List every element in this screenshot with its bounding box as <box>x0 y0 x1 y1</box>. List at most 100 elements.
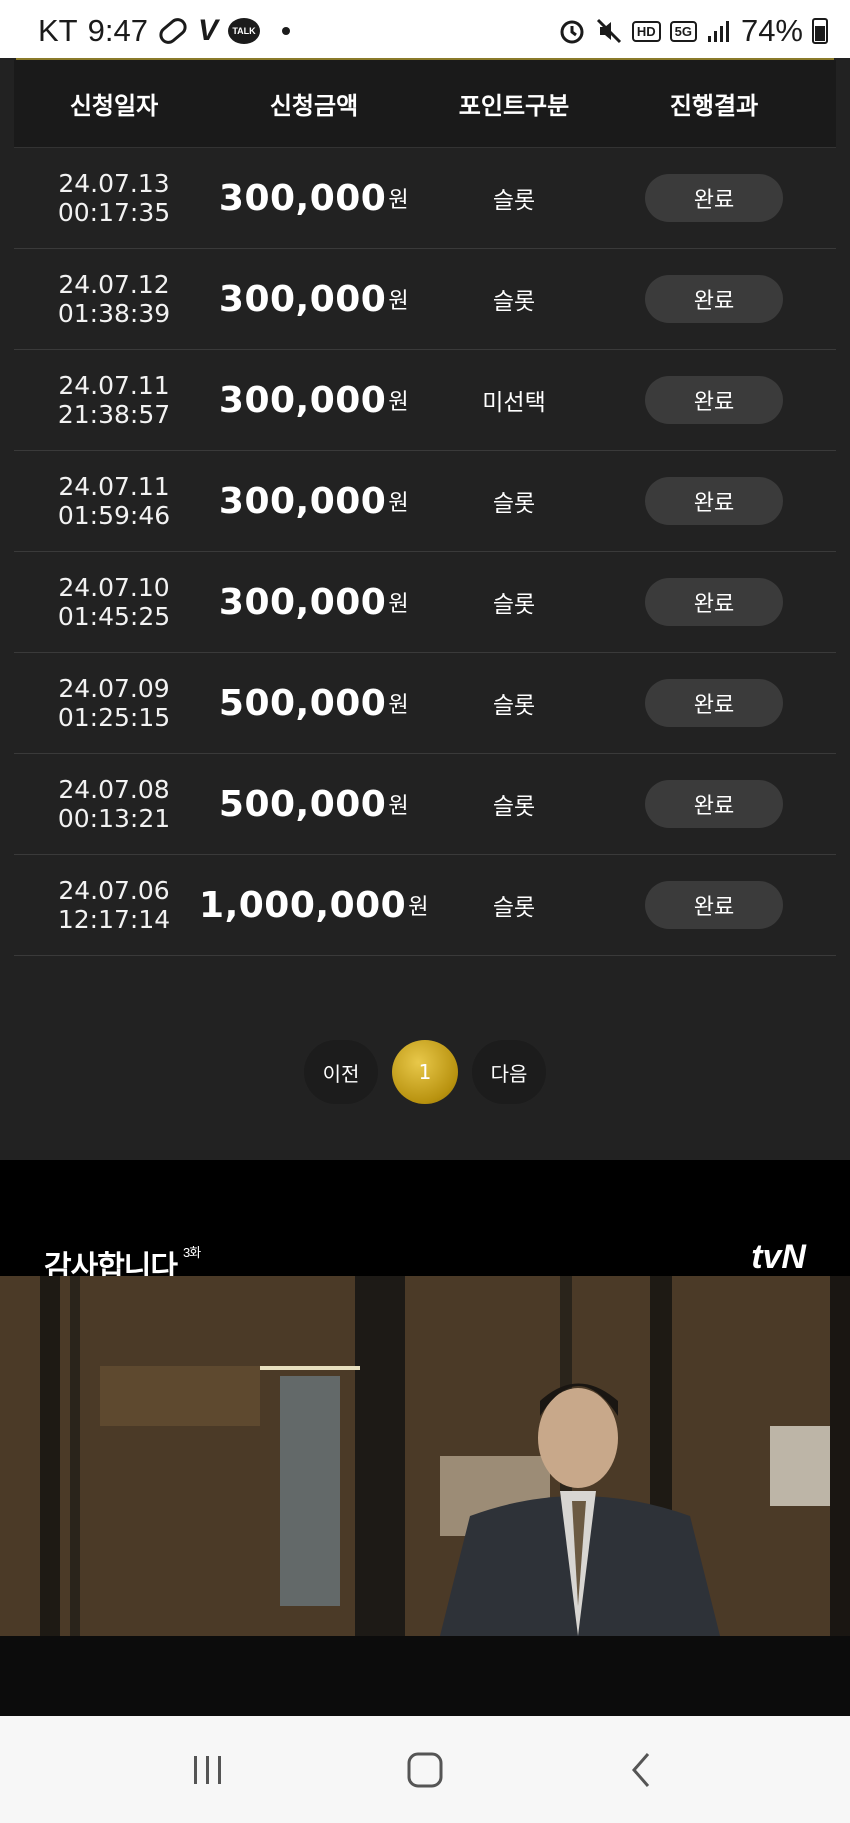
request-amount: 1,000,000 원 <box>199 885 428 926</box>
carrier-label: KT <box>38 13 78 48</box>
battery-icon <box>812 18 828 44</box>
header-request-date: 신청일자 <box>69 92 159 120</box>
amount-unit: 원 <box>388 390 410 415</box>
point-type: 슬롯 <box>492 693 536 719</box>
request-datetime: 24.07.06 12:17:14 <box>14 876 214 934</box>
video-frame <box>0 1276 850 1636</box>
table-header: 신청일자 신청금액 포인트구분 진행결과 <box>14 60 836 148</box>
request-date: 24.07.09 <box>58 674 170 703</box>
pagination: 이전 1 다음 <box>0 1040 850 1104</box>
recent-apps-button[interactable] <box>168 1740 248 1800</box>
prev-page-button[interactable]: 이전 <box>304 1040 378 1104</box>
request-amount: 300,000 원 <box>214 582 414 623</box>
point-type: 슬롯 <box>492 491 536 517</box>
table-row: 24.07.06 12:17:14 1,000,000 원 슬롯 완료 <box>14 855 836 956</box>
office-scene-image <box>0 1276 850 1636</box>
request-amount: 300,000 원 <box>214 178 414 219</box>
table-row: 24.07.11 01:59:46 300,000 원 슬롯 완료 <box>14 451 836 552</box>
back-button[interactable] <box>602 1740 682 1800</box>
request-date: 24.07.08 <box>58 775 170 804</box>
table-row: 24.07.08 00:13:21 500,000 원 슬롯 완료 <box>14 754 836 855</box>
status-bar: KT 9:47 V TALK HD 5G 74% <box>0 0 850 62</box>
request-datetime: 24.07.13 00:17:35 <box>14 169 214 227</box>
status-badge: 완료 <box>645 881 783 929</box>
amount-unit: 원 <box>388 794 410 819</box>
header-progress-result: 진행결과 <box>669 92 759 120</box>
home-icon <box>407 1752 443 1787</box>
request-amount: 300,000 원 <box>214 481 414 522</box>
request-datetime: 24.07.11 01:59:46 <box>14 472 214 530</box>
amount-value: 300,000 <box>218 278 387 320</box>
status-cell: 완료 <box>614 477 814 525</box>
status-badge: 완료 <box>645 174 783 222</box>
status-badge: 완료 <box>645 679 783 727</box>
status-badge: 완료 <box>645 275 783 323</box>
status-badge: 완료 <box>645 780 783 828</box>
status-badge: 완료 <box>645 477 783 525</box>
point-type: 슬롯 <box>492 794 536 820</box>
v-app-icon: V <box>197 14 218 47</box>
clock: 9:47 <box>87 13 148 48</box>
point-type: 슬롯 <box>492 895 536 921</box>
status-cell: 완료 <box>614 174 814 222</box>
status-cell: 완료 <box>614 275 814 323</box>
request-time: 21:38:57 <box>57 400 171 429</box>
request-time: 01:38:39 <box>57 299 171 328</box>
status-badge: 완료 <box>645 376 783 424</box>
request-date: 24.07.12 <box>58 270 170 299</box>
request-datetime: 24.07.10 01:45:25 <box>14 573 214 631</box>
request-date: 24.07.11 <box>58 472 170 501</box>
request-time: 01:59:46 <box>57 501 171 530</box>
request-datetime: 24.07.12 01:38:39 <box>14 270 214 328</box>
system-navigation-bar <box>0 1716 850 1823</box>
kakaotalk-icon: TALK <box>227 18 260 44</box>
request-datetime: 24.07.09 01:25:15 <box>14 674 214 732</box>
amount-unit: 원 <box>388 289 410 314</box>
request-time: 00:17:35 <box>57 198 171 227</box>
network-5g-icon: 5G <box>669 20 697 42</box>
home-button[interactable] <box>385 1740 465 1800</box>
amount-unit: 원 <box>388 592 410 617</box>
request-amount: 500,000 원 <box>214 683 414 724</box>
request-amount: 500,000 원 <box>214 784 414 825</box>
video-player[interactable]: 감사합니다 3화 tvN <box>0 1160 850 1720</box>
amount-value: 300,000 <box>218 177 387 219</box>
amount-value: 300,000 <box>218 480 387 522</box>
status-cell: 완료 <box>614 881 814 929</box>
request-time: 12:17:14 <box>57 905 171 934</box>
episode-label: 3화 <box>183 1245 201 1260</box>
header-request-amount: 신청금액 <box>269 92 359 120</box>
status-cell: 완료 <box>614 578 814 626</box>
more-notifications-dot-icon <box>281 27 290 35</box>
request-time: 01:25:15 <box>57 703 171 732</box>
request-amount: 300,000 원 <box>214 380 414 421</box>
amount-unit: 원 <box>388 491 410 516</box>
request-time: 01:45:25 <box>57 602 171 631</box>
status-cell: 완료 <box>614 376 814 424</box>
hd-badge-icon: HD <box>631 20 661 42</box>
amount-value: 300,000 <box>218 379 387 421</box>
status-cell: 완료 <box>614 780 814 828</box>
channel-logo: tvN <box>751 1238 806 1276</box>
withdrawal-history-panel: 신청일자 신청금액 포인트구분 진행결과 24.07.13 00:17:35 3… <box>0 58 850 1160</box>
amount-value: 500,000 <box>218 783 387 825</box>
request-date: 24.07.06 <box>58 876 170 905</box>
amount-unit: 원 <box>388 693 410 718</box>
table-row: 24.07.10 01:45:25 300,000 원 슬롯 완료 <box>14 552 836 653</box>
next-page-button[interactable]: 다음 <box>472 1040 546 1104</box>
table-row: 24.07.12 01:38:39 300,000 원 슬롯 완료 <box>14 249 836 350</box>
battery-percent: 74% <box>740 13 803 48</box>
video-letterbox-bottom <box>0 1636 850 1720</box>
current-page-button[interactable]: 1 <box>392 1040 458 1104</box>
status-badge: 완료 <box>645 578 783 626</box>
table-row: 24.07.11 21:38:57 300,000 원 미선택 완료 <box>14 350 836 451</box>
mute-icon <box>595 17 623 45</box>
header-point-type: 포인트구분 <box>458 92 570 120</box>
point-type: 미선택 <box>482 390 546 416</box>
alarm-icon <box>558 17 586 45</box>
request-date: 24.07.13 <box>58 169 170 198</box>
back-icon <box>631 1752 649 1787</box>
request-amount: 300,000 원 <box>214 279 414 320</box>
request-date: 24.07.10 <box>58 573 170 602</box>
point-type: 슬롯 <box>492 592 536 618</box>
